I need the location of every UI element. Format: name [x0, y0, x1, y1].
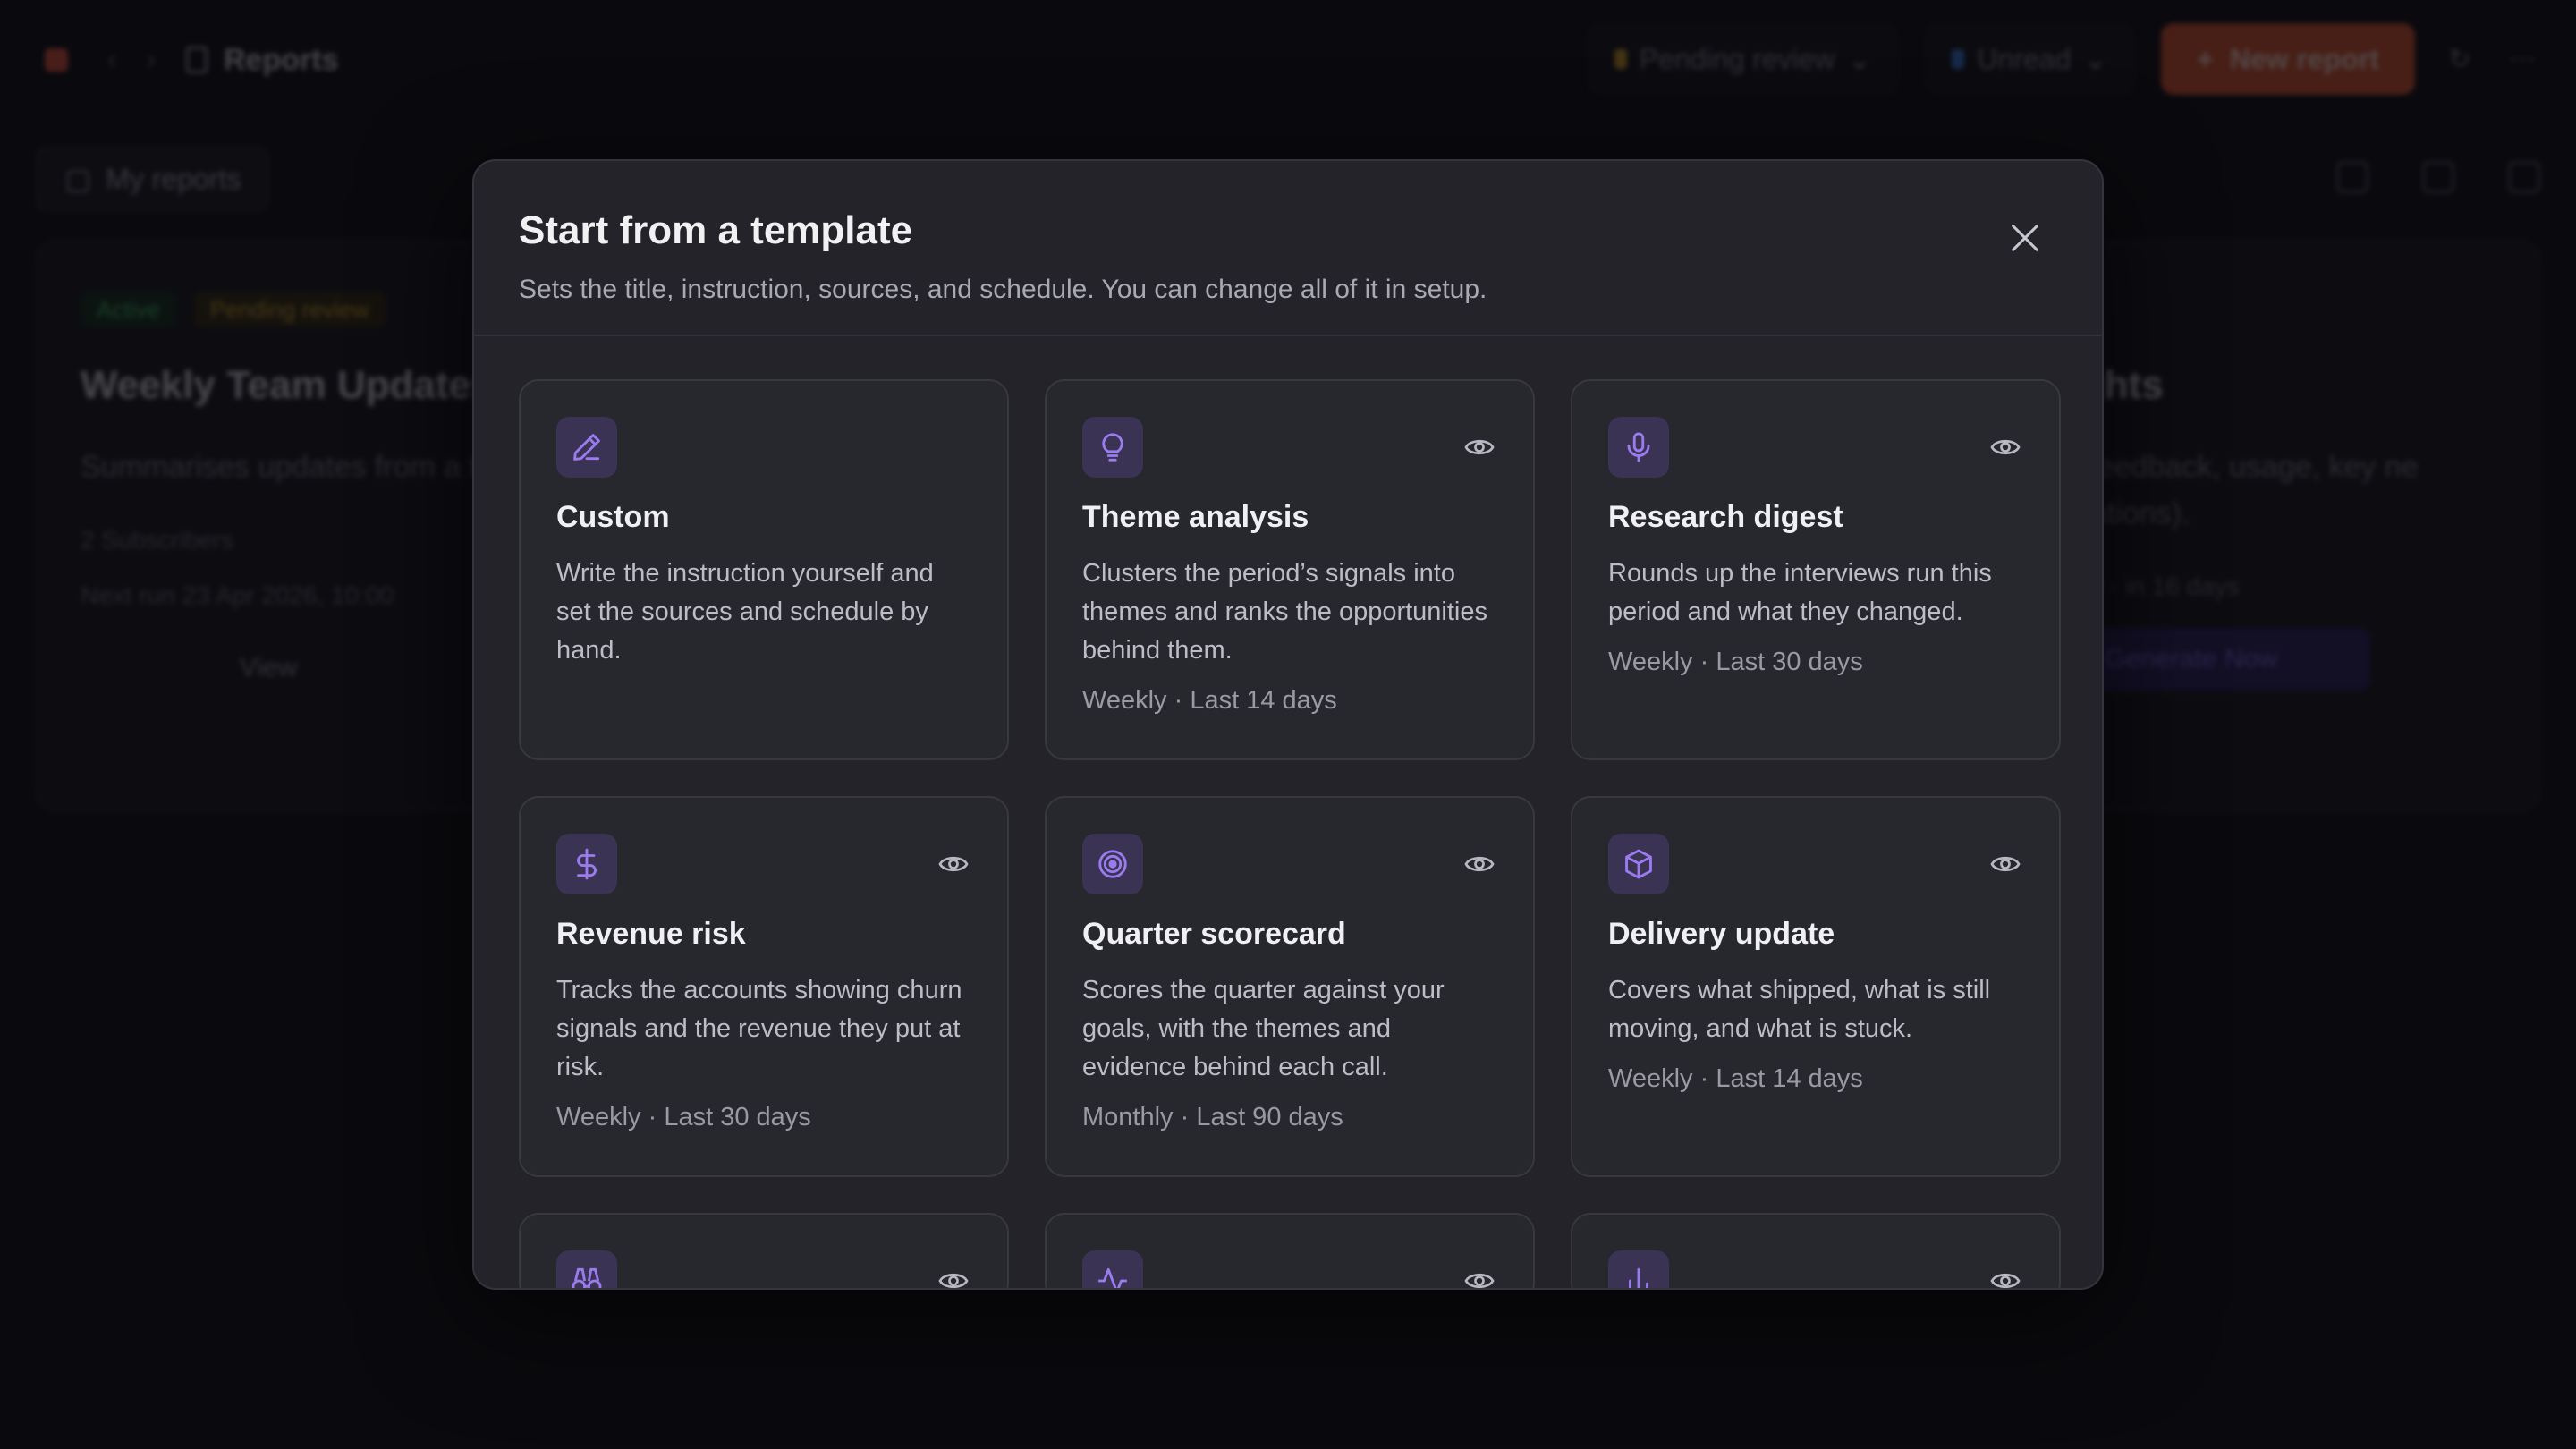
template-schedule: Weekly · Last 30 days [556, 1103, 811, 1131]
modal-title: Start from a template [519, 208, 913, 252]
bar-chart-icon [1608, 1250, 1669, 1288]
template-name: Revenue risk [556, 917, 746, 951]
template-card-partial[interactable] [1571, 1213, 2061, 1288]
template-card-revenue-risk[interactable]: Revenue risk Tracks the accounts showing… [519, 796, 1009, 1177]
template-card-partial[interactable] [519, 1213, 1009, 1288]
preview-eye-icon[interactable] [936, 846, 971, 882]
template-grid: Custom Write the instruction yourself an… [519, 379, 2061, 1288]
activity-icon [1082, 1250, 1143, 1288]
template-name: Research digest [1608, 500, 1843, 534]
template-description: Covers what shipped, what is still movin… [1608, 976, 1991, 1043]
preview-eye-icon[interactable] [1462, 1263, 1497, 1288]
template-name: Custom [556, 500, 670, 534]
preview-eye-icon[interactable] [1462, 429, 1497, 465]
lightbulb-icon [1082, 417, 1143, 478]
pencil-icon [556, 417, 617, 478]
preview-eye-icon[interactable] [1987, 1263, 2023, 1288]
template-card-theme-analysis[interactable]: Theme analysis Clusters the period’s sig… [1045, 379, 1535, 760]
microphone-icon [1608, 417, 1669, 478]
modal-subtitle: Sets the title, instruction, sources, an… [519, 274, 1487, 304]
preview-eye-icon[interactable] [1462, 846, 1497, 882]
template-card-research-digest[interactable]: Research digest Rounds up the interviews… [1571, 379, 2061, 760]
close-button[interactable] [1996, 209, 2054, 267]
template-name: Theme analysis [1082, 500, 1309, 534]
preview-eye-icon[interactable] [936, 1263, 971, 1288]
target-icon [1082, 834, 1143, 894]
template-description: Scores the quarter against your goals, w… [1082, 976, 1445, 1081]
template-description: Rounds up the interviews run this period… [1608, 559, 1992, 626]
close-icon [2012, 225, 2038, 251]
preview-eye-icon[interactable] [1987, 846, 2023, 882]
template-card-quarter-scorecard[interactable]: Quarter scorecard Scores the quarter aga… [1045, 796, 1535, 1177]
template-card-delivery-update[interactable]: Delivery update Covers what shipped, wha… [1571, 796, 2061, 1177]
binoculars-icon [556, 1250, 617, 1288]
template-picker-modal: Start from a template Sets the title, in… [472, 159, 2104, 1290]
template-description: Tracks the accounts showing churn signal… [556, 976, 962, 1081]
preview-eye-icon[interactable] [1987, 429, 2023, 465]
template-description: Write the instruction yourself and set t… [556, 559, 934, 665]
box-icon [1608, 834, 1669, 894]
template-schedule: Weekly · Last 30 days [1608, 648, 1863, 676]
template-schedule: Weekly · Last 14 days [1082, 686, 1337, 715]
template-card-custom[interactable]: Custom Write the instruction yourself an… [519, 379, 1009, 760]
template-schedule: Weekly · Last 14 days [1608, 1064, 1863, 1093]
template-schedule: Monthly · Last 90 days [1082, 1103, 1343, 1131]
dollar-icon [556, 834, 617, 894]
template-name: Delivery update [1608, 917, 1835, 951]
template-description: Clusters the period’s signals into theme… [1082, 559, 1487, 665]
template-card-partial[interactable] [1045, 1213, 1535, 1288]
template-name: Quarter scorecard [1082, 917, 1346, 951]
modal-header: Start from a template Sets the title, in… [474, 161, 2102, 336]
